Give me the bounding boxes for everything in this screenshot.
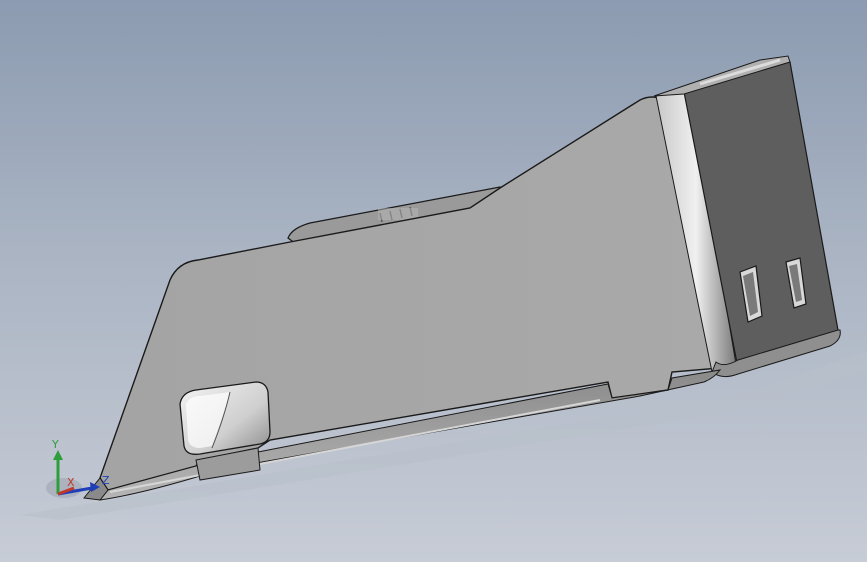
y-axis-label: Y [51, 438, 59, 451]
coordinate-triad: Y Z X [46, 438, 110, 498]
x-axis-label: X [67, 476, 75, 489]
y-axis-arrow [53, 450, 63, 460]
sheet-metal-part-model[interactable] [0, 0, 867, 562]
top-tab-notch [378, 208, 418, 220]
z-axis-arrow [90, 482, 100, 492]
graphics-viewport[interactable]: Y Z X [0, 0, 867, 562]
triad-origin-disc [46, 478, 82, 498]
z-axis-label: Z [102, 474, 110, 487]
